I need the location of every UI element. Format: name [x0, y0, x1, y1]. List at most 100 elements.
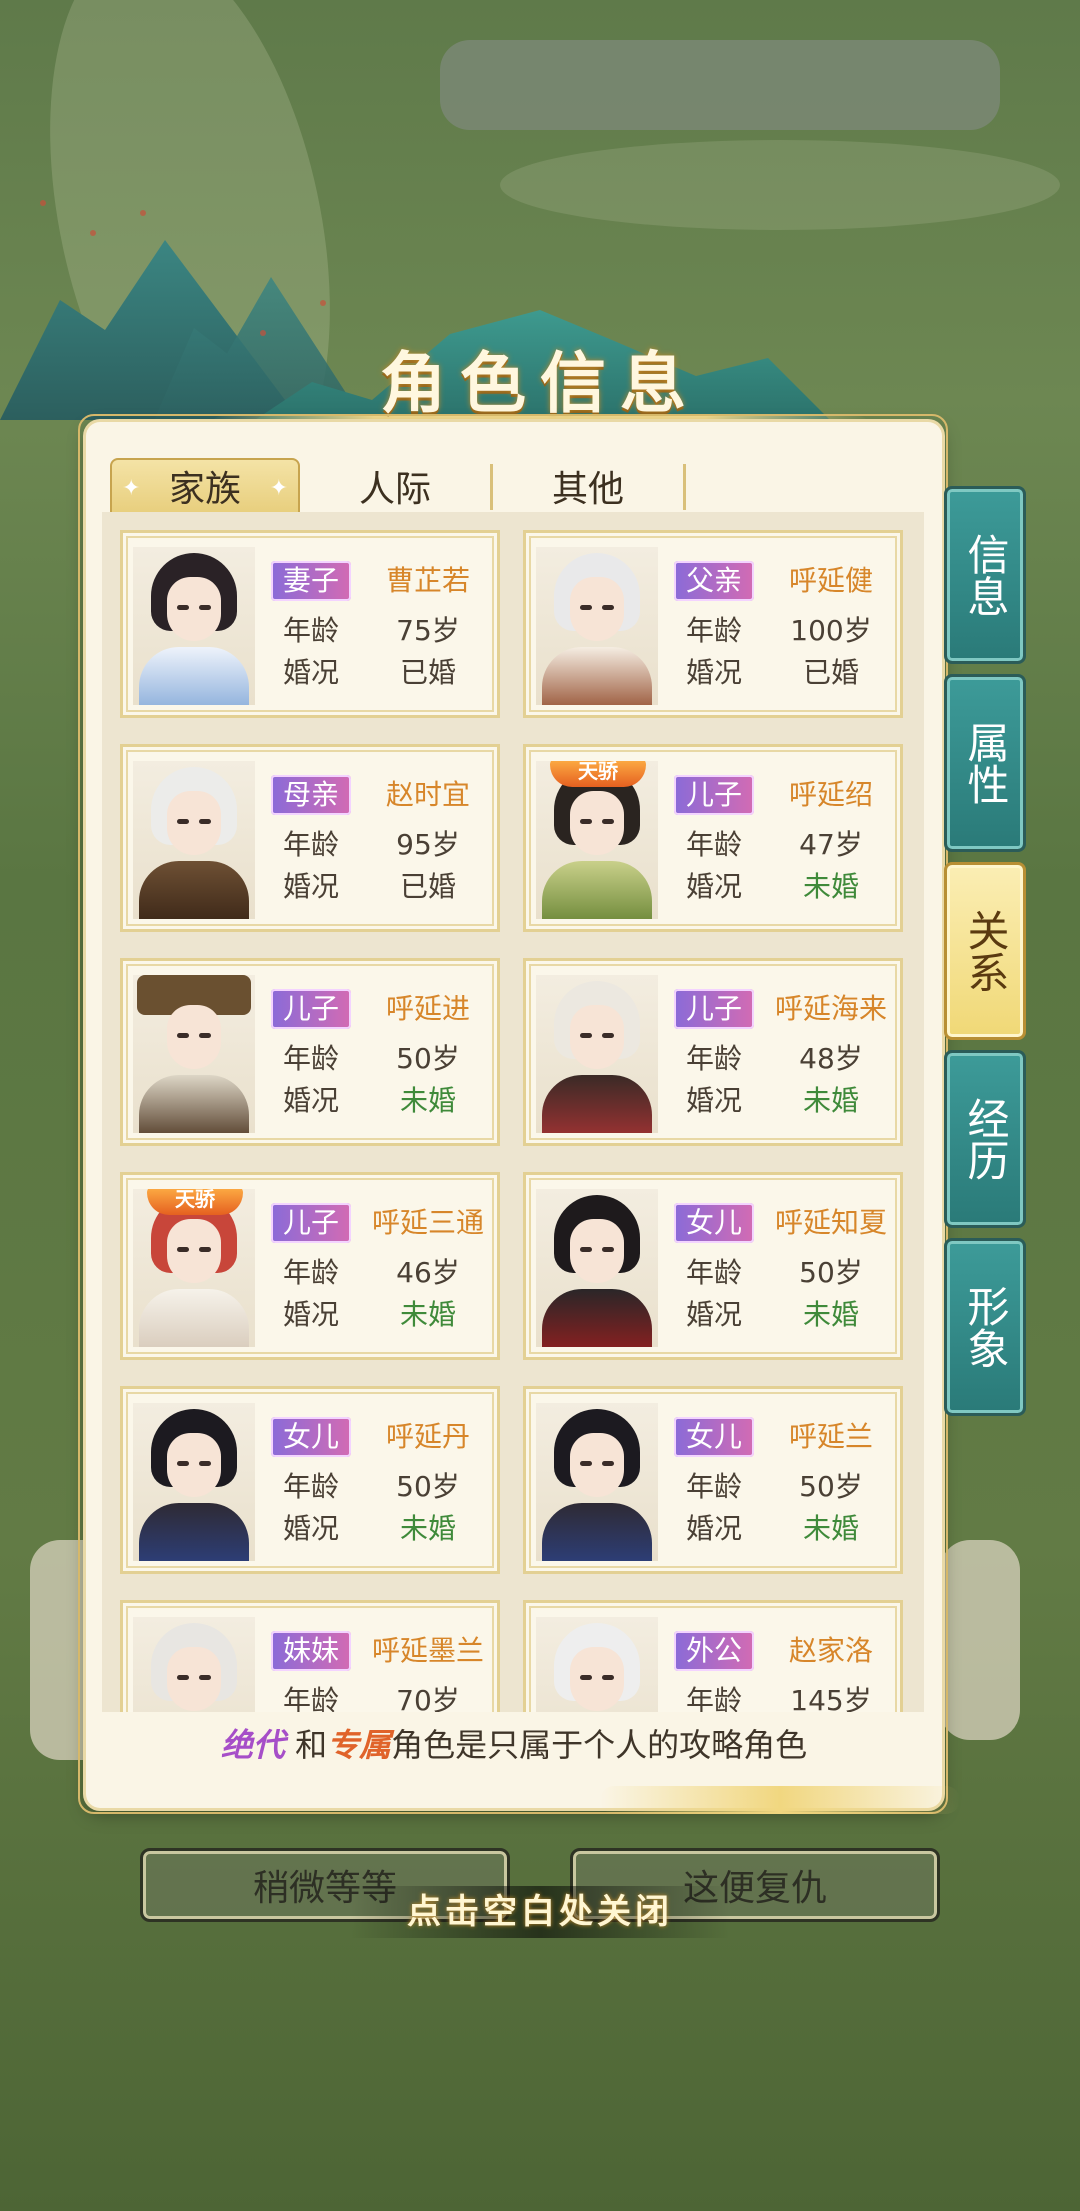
marital-label: 婚况 [282, 1512, 339, 1545]
age-value: 48岁 [799, 1042, 863, 1075]
note-highlight-exclusive: 专属 [327, 1726, 392, 1764]
character-portrait: 天骄 [133, 1189, 255, 1347]
age-label: 年龄 [685, 614, 742, 647]
member-card[interactable]: 天骄 儿子 呼延三通 年龄 46岁 婚况 未婚 [120, 1172, 500, 1360]
relation-tag: 女儿 [674, 1203, 754, 1243]
note-connector: 和 [295, 1726, 328, 1764]
tab-label: 其他 [551, 469, 624, 510]
age-label: 年龄 [282, 1042, 339, 1075]
character-portrait [536, 1403, 658, 1561]
page-title: 角色信息 [380, 344, 700, 422]
marital-label: 婚况 [685, 870, 742, 903]
age-value: 145岁 [790, 1684, 872, 1712]
age-value: 50岁 [396, 1470, 460, 1503]
character-portrait [536, 1617, 658, 1712]
marital-label: 婚况 [685, 1512, 742, 1545]
member-card[interactable]: 妻子 曹芷若 年龄 75岁 婚况 已婚 [120, 530, 500, 718]
age-label: 年龄 [685, 1256, 742, 1289]
age-label: 年龄 [282, 1256, 339, 1289]
marital-label: 婚况 [282, 656, 339, 689]
tianjiao-badge: 天骄 [550, 761, 646, 787]
relation-tag: 女儿 [271, 1417, 351, 1457]
character-portrait [133, 1403, 255, 1561]
member-name: 呼延海来 [774, 992, 887, 1025]
close-hint[interactable]: 点击空白处关闭 [350, 1886, 730, 1938]
age-value: 50岁 [799, 1470, 863, 1503]
age-label: 年龄 [685, 1684, 742, 1712]
member-card[interactable]: 儿子 呼延进 年龄 50岁 婚况 未婚 [120, 958, 500, 1146]
age-label: 年龄 [282, 828, 339, 861]
relation-tag: 儿子 [674, 989, 754, 1029]
relation-tag: 外公 [674, 1631, 754, 1671]
member-card[interactable]: 女儿 呼延知夏 年龄 50岁 婚况 未婚 [523, 1172, 903, 1360]
tab-other[interactable]: 其他 [493, 458, 683, 514]
age-value: 100岁 [790, 614, 872, 647]
marital-value: 已婚 [399, 870, 456, 903]
character-portrait [536, 1189, 658, 1347]
relation-tag: 父亲 [674, 561, 754, 601]
marital-label: 婚况 [282, 1298, 339, 1331]
character-portrait [536, 975, 658, 1133]
family-member-list[interactable]: 妻子 曹芷若 年龄 75岁 婚况 已婚 父亲 呼延健 年龄 100岁 婚况 已婚… [102, 512, 924, 1712]
member-card[interactable]: 外公 赵家洛 年龄 145岁 [523, 1600, 903, 1712]
marital-label: 婚况 [685, 1298, 742, 1331]
tab-divider [683, 464, 686, 510]
category-tabs: ✦ 家族 ✦ 人际 其他 [110, 458, 686, 514]
age-value: 50岁 [396, 1042, 460, 1075]
member-card[interactable]: 天骄 儿子 呼延绍 年龄 47岁 婚况 未婚 [523, 744, 903, 932]
member-card[interactable]: 女儿 呼延丹 年龄 50岁 婚况 未婚 [120, 1386, 500, 1574]
member-name: 呼延健 [788, 564, 873, 597]
age-value: 47岁 [799, 828, 863, 861]
member-card[interactable]: 儿子 呼延海来 年龄 48岁 婚况 未婚 [523, 958, 903, 1146]
marital-value: 未婚 [399, 1512, 456, 1545]
member-name: 呼延墨兰 [371, 1634, 484, 1667]
marital-label: 婚况 [685, 656, 742, 689]
marital-value: 未婚 [399, 1298, 456, 1331]
marital-value: 未婚 [399, 1084, 456, 1117]
marital-value: 未婚 [802, 1084, 859, 1117]
relation-tag: 儿子 [271, 989, 351, 1029]
cloud-decoration [600, 1786, 960, 1814]
age-label: 年龄 [685, 1470, 742, 1503]
age-value: 50岁 [799, 1256, 863, 1289]
relation-tag: 母亲 [271, 775, 351, 815]
note-text: 角色是只属于个人的攻略角色 [391, 1726, 808, 1764]
age-label: 年龄 [282, 614, 339, 647]
marital-value: 未婚 [802, 870, 859, 903]
tab-family[interactable]: ✦ 家族 ✦ [110, 458, 300, 514]
marital-label: 婚况 [282, 1084, 339, 1117]
side-tab-label: 关系 [961, 909, 1010, 993]
member-card[interactable]: 母亲 赵时宜 年龄 95岁 婚况 已婚 [120, 744, 500, 932]
title-banner: 角色信息 [200, 290, 880, 440]
relation-tag: 儿子 [271, 1203, 351, 1243]
note-highlight-peerless: 绝代 [220, 1726, 285, 1764]
side-tab-label: 属性 [961, 721, 1010, 805]
relation-tag: 妹妹 [271, 1631, 351, 1671]
member-card[interactable]: 父亲 呼延健 年龄 100岁 婚况 已婚 [523, 530, 903, 718]
member-name: 呼延三通 [371, 1206, 484, 1239]
tianjiao-badge: 天骄 [147, 1189, 243, 1215]
age-label: 年龄 [282, 1470, 339, 1503]
side-tab-relations[interactable]: 关系 [944, 862, 1026, 1040]
member-name: 赵时宜 [385, 778, 470, 811]
side-tab-label: 形象 [961, 1285, 1010, 1369]
side-tab-attributes[interactable]: 属性 [944, 674, 1026, 852]
tab-label: 人际 [358, 469, 431, 510]
member-name: 呼延绍 [788, 778, 873, 811]
character-portrait [133, 547, 255, 705]
side-tab-appearance[interactable]: 形象 [944, 1238, 1026, 1416]
marital-value: 已婚 [399, 656, 456, 689]
marital-value: 未婚 [802, 1298, 859, 1331]
age-label: 年龄 [282, 1684, 339, 1712]
age-value: 95岁 [396, 828, 460, 861]
marital-label: 婚况 [282, 870, 339, 903]
marital-value: 已婚 [802, 656, 859, 689]
side-tab-history[interactable]: 经历 [944, 1050, 1026, 1228]
member-card[interactable]: 妹妹 呼延墨兰 年龄 70岁 [120, 1600, 500, 1712]
tab-social[interactable]: 人际 [300, 458, 490, 514]
marital-label: 婚况 [685, 1084, 742, 1117]
side-tab-info[interactable]: 信息 [944, 486, 1026, 664]
age-value: 75岁 [396, 614, 460, 647]
member-card[interactable]: 女儿 呼延兰 年龄 50岁 婚况 未婚 [523, 1386, 903, 1574]
side-tab-label: 经历 [961, 1097, 1010, 1181]
